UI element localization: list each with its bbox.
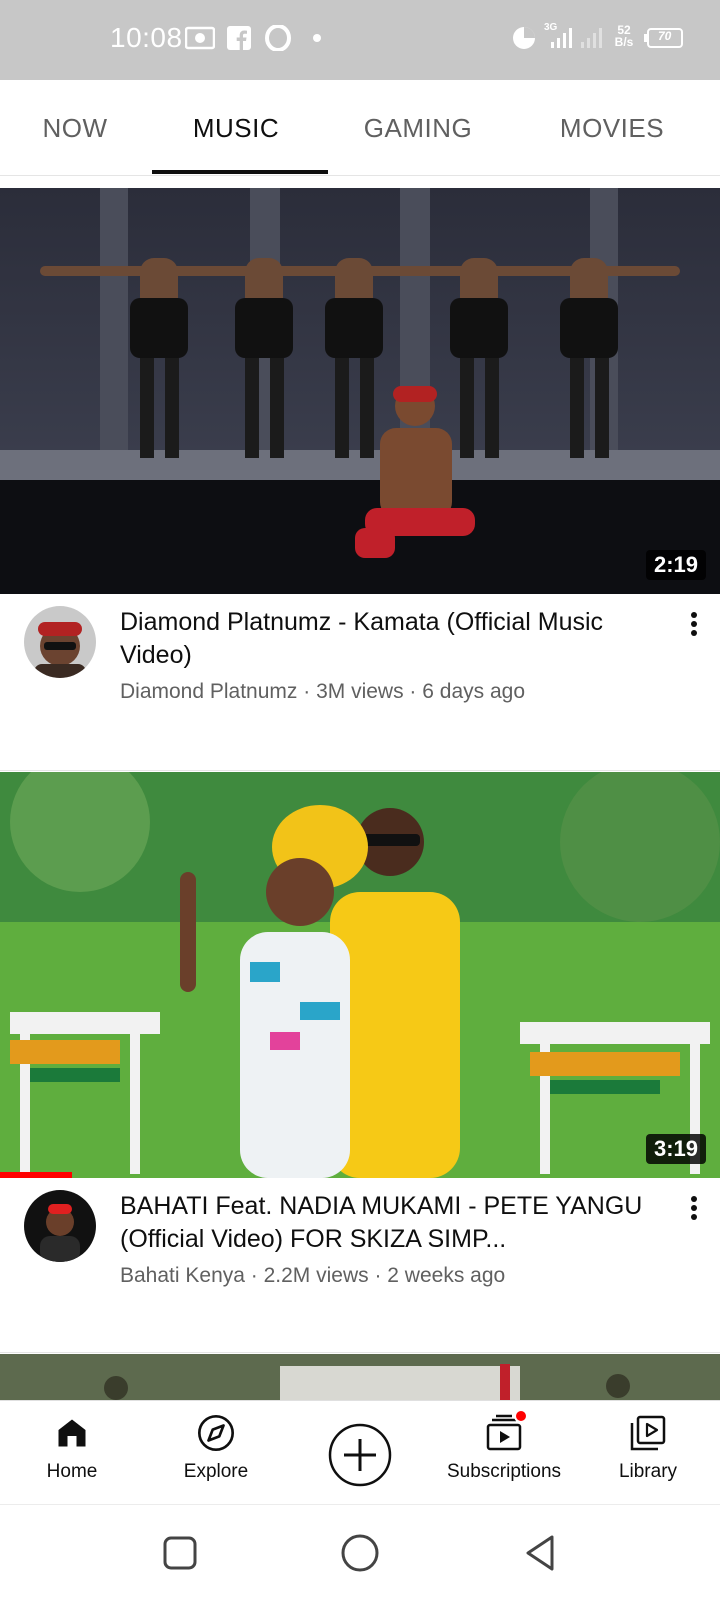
video-thumbnail[interactable]: 3:19 xyxy=(0,772,720,1178)
active-tab-indicator xyxy=(152,170,328,174)
tab-music[interactable]: MUSIC xyxy=(150,80,322,176)
network-speed: 52 B/s xyxy=(610,24,638,48)
more-options-icon[interactable] xyxy=(676,606,712,642)
system-navigation-bar xyxy=(0,1504,720,1600)
video-metadata: Diamond Platnumz · 3M views · 6 days ago xyxy=(120,680,525,703)
library-icon xyxy=(576,1411,720,1455)
nav-library-label: Library xyxy=(618,1461,678,1482)
channel-avatar[interactable] xyxy=(24,606,96,678)
signal-strength-icon xyxy=(548,24,576,52)
video-thumbnail[interactable] xyxy=(0,1354,720,1400)
tab-now[interactable]: NOW xyxy=(0,80,150,176)
battery-icon: 70 xyxy=(644,24,684,52)
video-title[interactable]: Diamond Platnumz - Kamata (Official Musi… xyxy=(120,606,650,672)
video-metadata: Bahati Kenya · 2.2M views · 2 weeks ago xyxy=(120,1264,506,1287)
nav-explore-label: Explore xyxy=(183,1461,249,1482)
compass-icon xyxy=(144,1411,288,1455)
tab-movies[interactable]: MOVIES xyxy=(514,80,710,176)
subscriptions-icon xyxy=(432,1409,576,1455)
notification-badge xyxy=(514,1409,528,1423)
watch-progress-bar xyxy=(0,1172,72,1178)
category-tabs: NOW MUSIC GAMING MOVIES xyxy=(0,80,720,176)
photo-notification-icon xyxy=(184,24,216,52)
recent-apps-square-icon[interactable] xyxy=(152,1525,208,1581)
data-saver-icon xyxy=(510,24,538,52)
status-bar: 10:08 3G 52 B/s 70 xyxy=(0,0,720,80)
battery-level: 70 xyxy=(658,29,672,43)
nav-home[interactable]: Home xyxy=(0,1401,144,1505)
back-triangle-icon[interactable] xyxy=(512,1525,568,1581)
create-plus-icon xyxy=(288,1423,432,1487)
network-speed-unit: B/s xyxy=(614,35,634,49)
kamata-thumbnail-image xyxy=(0,188,720,594)
tab-gaming[interactable]: GAMING xyxy=(322,80,514,176)
video-duration: 2:19 xyxy=(645,550,706,580)
divider xyxy=(0,1352,720,1353)
signal-strength-secondary-icon xyxy=(578,24,606,52)
nav-create[interactable] xyxy=(288,1401,432,1505)
divider xyxy=(0,770,720,771)
more-notifications-dot-icon xyxy=(310,24,324,52)
nav-subscriptions[interactable]: Subscriptions xyxy=(432,1401,576,1505)
facebook-notification-icon xyxy=(226,24,252,52)
nav-home-label: Home xyxy=(46,1461,98,1482)
status-time: 10:08 xyxy=(110,22,183,53)
opera-notification-icon xyxy=(264,24,292,52)
nav-subscriptions-label: Subscriptions xyxy=(446,1461,562,1482)
next-video-thumbnail-image xyxy=(0,1354,720,1400)
channel-avatar[interactable] xyxy=(24,1190,96,1262)
video-duration: 3:19 xyxy=(645,1134,706,1164)
pete-yangu-thumbnail-image xyxy=(0,772,720,1178)
nav-explore[interactable]: Explore xyxy=(144,1401,288,1505)
home-circle-icon[interactable] xyxy=(332,1525,388,1581)
nav-library[interactable]: Library xyxy=(576,1401,720,1505)
video-thumbnail[interactable]: 2:19 xyxy=(0,188,720,594)
more-options-icon[interactable] xyxy=(676,1190,712,1226)
video-title[interactable]: BAHATI Feat. NADIA MUKAMI - PETE YANGU (… xyxy=(120,1190,650,1256)
bottom-navigation: Home Explore Subscriptions Library xyxy=(0,1400,720,1504)
home-icon xyxy=(0,1411,144,1455)
